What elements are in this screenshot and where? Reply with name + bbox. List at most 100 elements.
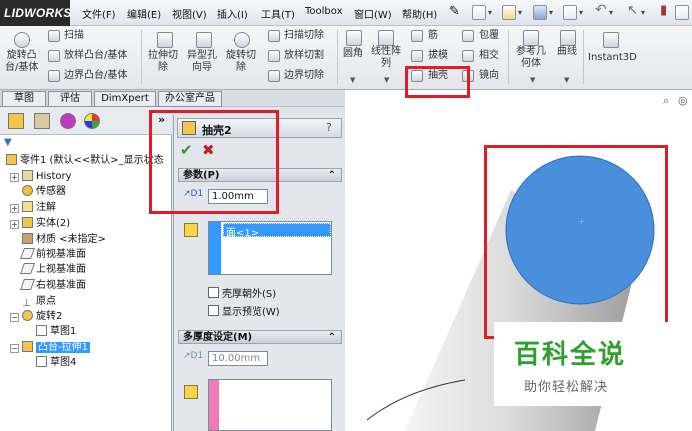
linear-pattern-button[interactable]: 线性阵 列 [371, 46, 401, 70]
reference-geometry-button[interactable]: 参考几 何体 [516, 46, 546, 70]
mirror-button[interactable]: 镜向 [479, 70, 499, 82]
print-icon[interactable] [563, 5, 577, 20]
tree-item-sensors[interactable]: 传感器 [22, 185, 66, 199]
tree-item-material[interactable]: 材质 <未指定> [22, 233, 106, 247]
intersect-button[interactable]: 相交 [479, 50, 499, 62]
view-orientation-icon[interactable]: ◎ [678, 94, 688, 107]
rib-button[interactable]: 筋 [428, 30, 438, 42]
hole-wizard-button[interactable]: 异型孔 向导 [187, 50, 217, 74]
zoom-icon[interactable]: ⌕ [663, 94, 669, 108]
extruded-cut-button[interactable]: 拉伸切 除 [148, 50, 178, 74]
tree-item-right-plane[interactable]: 右视基准面 [19, 279, 86, 293]
feature-manager-icon[interactable] [8, 113, 24, 129]
collapse-chevron-icon[interactable]: ⌃ [328, 169, 336, 182]
filter-icon[interactable]: ▼ [4, 137, 18, 149]
instant3d-button[interactable]: Instant3D [588, 52, 637, 64]
revolved-cut-button[interactable]: 旋转切 除 [226, 50, 256, 74]
expand-toggle[interactable]: + [10, 220, 19, 229]
open-folder-icon[interactable] [502, 5, 516, 20]
select-pointer-icon[interactable]: ↖ [627, 3, 638, 18]
menu-tools[interactable]: 工具(T) [261, 6, 295, 21]
collapse-toggle[interactable]: − [10, 313, 19, 322]
app-logo: LIDWORKS [0, 0, 71, 26]
display-manager-icon[interactable] [84, 113, 100, 129]
menu-edit[interactable]: 编辑(E) [127, 6, 161, 21]
chevron-down-icon[interactable]: ▾ [549, 8, 553, 17]
tab-office-products[interactable]: 办公室产品 [158, 91, 222, 106]
revolve-boss-button[interactable]: 旋转凸 台/基体 [5, 50, 38, 74]
collapse-chevron-icon[interactable]: ⌃ [328, 331, 336, 344]
tree-item-sketch4[interactable]: 草图4 [36, 356, 76, 370]
tree-item-revolve2[interactable]: 旋转2 [22, 310, 62, 324]
shell-outward-checkbox[interactable]: 壳厚朝外(S) [208, 285, 276, 300]
multi-thickness-input[interactable]: 10.00mm [208, 351, 268, 366]
chevron-down-icon[interactable]: ▼ [564, 76, 569, 84]
boundary-cut-button[interactable]: 边界切除 [284, 70, 324, 82]
command-tabs: 草图 评估 DimXpert 办公室产品 [0, 90, 222, 107]
ribbon-separator [508, 30, 509, 84]
multi-faces-list[interactable] [208, 379, 332, 431]
plane-icon [19, 248, 36, 259]
watermark: 百科全说 助你轻松解决 [494, 322, 668, 406]
property-manager-icon[interactable] [34, 113, 50, 129]
rebuild-icon[interactable]: ▮ [660, 3, 667, 18]
expand-toggle[interactable]: + [10, 173, 19, 182]
collapse-toggle[interactable]: − [10, 344, 19, 353]
save-icon[interactable] [533, 5, 547, 20]
tree-item-front-plane[interactable]: 前视基准面 [19, 248, 86, 262]
menu-help[interactable]: 帮助(H) [402, 6, 437, 21]
help-icon[interactable]: ? [326, 121, 332, 134]
sketch-icon [36, 325, 47, 336]
extruded-cut-icon [157, 32, 173, 48]
chevron-down-icon[interactable]: ▾ [488, 8, 492, 17]
tree-root[interactable]: 零件1 (默认<<默认>_显示状态 [6, 154, 164, 168]
wrap-icon [462, 30, 474, 42]
curves-button[interactable]: 曲线 [557, 46, 577, 58]
tree-item-history[interactable]: History [22, 170, 72, 184]
tree-item-boss-extrude1[interactable]: 凸台-拉伸1 [22, 341, 90, 355]
draft-button[interactable]: 拔模 [428, 50, 448, 62]
options-icon[interactable] [675, 5, 689, 20]
loft-boss-button[interactable]: 放样凸台/基体 [64, 50, 127, 62]
pin-icon[interactable]: ✎ [449, 4, 460, 19]
chevron-down-icon[interactable]: ▼ [350, 76, 355, 84]
lofted-cut-button[interactable]: 放样切割 [284, 50, 324, 62]
ribbon-separator [337, 30, 338, 84]
tab-sketch[interactable]: 草图 [2, 91, 46, 106]
tree-item-origin[interactable]: ⊥ 原点 [22, 295, 56, 309]
chevron-down-icon[interactable]: ▼ [384, 76, 389, 84]
tab-dimxpert[interactable]: DimXpert [94, 91, 156, 106]
menu-insert[interactable]: 插入(I) [217, 6, 248, 21]
configuration-manager-icon[interactable] [60, 113, 76, 129]
tab-evaluate[interactable]: 评估 [48, 91, 92, 106]
boundary-boss-button[interactable]: 边界凸台/基体 [64, 70, 127, 82]
tree-item-solid-bodies[interactable]: 实体(2) [22, 217, 70, 231]
faces-list[interactable]: 面<1> [208, 221, 332, 275]
chevron-down-icon[interactable]: ▾ [609, 8, 613, 17]
fillet-button[interactable]: 圆角 [343, 48, 363, 60]
face-list-item[interactable]: 面<1> [223, 223, 331, 239]
menu-view[interactable]: 视图(V) [172, 6, 207, 21]
wrap-button[interactable]: 包覆 [479, 30, 499, 42]
reference-geometry-icon [523, 30, 539, 46]
undo-icon[interactable]: ↶ [595, 2, 607, 18]
hole-wizard-icon [196, 32, 212, 48]
chevron-down-icon[interactable]: ▾ [579, 8, 583, 17]
chevron-down-icon[interactable]: ▾ [518, 8, 522, 17]
multi-thickness-group-header[interactable]: 多厚度设定(M) ⌃ [178, 330, 342, 344]
tree-item-annotations[interactable]: 注解 [22, 201, 56, 215]
menu-toolbox[interactable]: Toolbox [305, 6, 343, 17]
chevron-down-icon[interactable]: ▾ [641, 8, 645, 17]
show-preview-checkbox[interactable]: 显示预览(W) [208, 303, 280, 318]
tree-item-top-plane[interactable]: 上视基准面 [19, 263, 86, 277]
new-document-icon[interactable] [472, 5, 486, 20]
revolved-cut-icon [234, 32, 250, 48]
menu-file[interactable]: 文件(F) [82, 6, 116, 21]
expand-toggle[interactable]: + [10, 204, 19, 213]
tree-item-sketch1[interactable]: 草图1 [36, 325, 76, 339]
chevron-down-icon[interactable]: ▼ [530, 76, 535, 84]
sweep-button[interactable]: 扫描 [64, 30, 84, 42]
watermark-title: 百科全说 [514, 340, 627, 370]
swept-cut-button[interactable]: 扫描切除 [284, 30, 324, 42]
menu-window[interactable]: 窗口(W) [354, 6, 392, 21]
